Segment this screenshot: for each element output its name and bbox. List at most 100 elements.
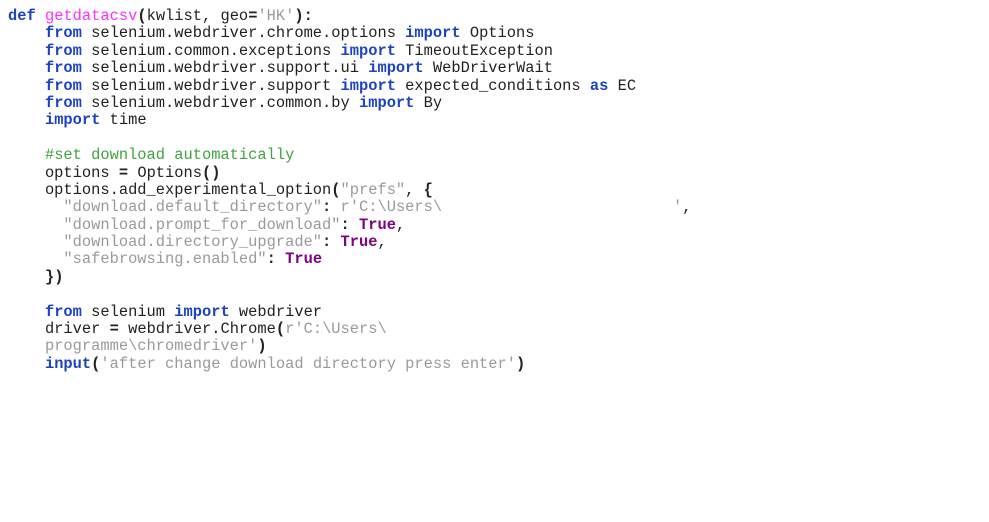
- code-token: selenium.webdriver.common.by: [81, 93, 359, 112]
- code-token: selenium.webdriver.support: [81, 76, 341, 95]
- code-line: import time: [8, 112, 692, 129]
- code-token: :: [340, 215, 350, 234]
- code-line: options = Options(): [8, 163, 692, 182]
- code-token: import: [358, 93, 415, 112]
- code-token: :: [322, 233, 332, 252]
- code-token: :: [322, 198, 332, 217]
- code-token: import: [174, 302, 230, 321]
- code-token: r'C:\Users\: [285, 320, 387, 339]
- code-line: from selenium.webdriver.chrome.options i…: [8, 25, 692, 42]
- code-token: webdriver: [229, 302, 323, 321]
- code-token: import: [405, 24, 461, 43]
- code-token: "download.directory_upgrade": [63, 233, 323, 252]
- code-token: expected_conditions: [395, 76, 590, 95]
- code-line: }): [8, 267, 692, 286]
- code-token: options: [8, 163, 119, 182]
- code-token: ,: [377, 233, 387, 252]
- code-token: TimeoutException: [395, 41, 553, 60]
- code-token: options.add_experimental_option: [8, 180, 332, 199]
- code-line: from selenium.common.exceptions import T…: [8, 41, 692, 60]
- code-token: "download.prompt_for_download": [63, 215, 341, 234]
- code-line: options.add_experimental_option("prefs",…: [8, 180, 692, 199]
- code-token: import: [340, 41, 396, 60]
- code-token: programme\chromedriver': [44, 337, 258, 356]
- code-token: EC: [608, 76, 637, 95]
- code-token: selenium: [81, 302, 175, 321]
- code-token: ):: [294, 7, 313, 25]
- code-token: time: [100, 111, 147, 130]
- code-line: "safebrowsing.enabled": True: [8, 251, 692, 268]
- code-token: r'C:\Users\ ': [340, 198, 683, 217]
- code-token: (: [275, 320, 286, 339]
- code-line: from selenium.webdriver.support import e…: [8, 76, 692, 95]
- code-token: from: [44, 76, 82, 95]
- code-token: "prefs": [340, 180, 406, 199]
- code-token: ): [516, 354, 526, 373]
- code-token: WebDriverWait: [423, 59, 553, 78]
- code-token: input: [44, 354, 92, 373]
- code-token: from: [44, 59, 82, 78]
- code-token: True: [340, 233, 378, 252]
- code-block: def getdatacsv(kwlist, geo='HK'): from s…: [8, 7, 692, 373]
- code-line: def getdatacsv(kwlist, geo='HK'):: [8, 7, 692, 25]
- code-line: driver = webdriver.Chrome(r'C:\Users\: [8, 320, 692, 339]
- code-token: selenium.webdriver.support.ui: [81, 59, 369, 78]
- code-token: }): [44, 267, 64, 286]
- code-token: def: [8, 7, 36, 25]
- code-token: By: [414, 93, 443, 112]
- code-line: input('after change download directory p…: [8, 354, 692, 373]
- code-line: from selenium.webdriver.support.ui impor…: [8, 59, 692, 78]
- code-token: from: [44, 93, 82, 112]
- code-token: from: [44, 41, 82, 60]
- code-token: ,: [395, 215, 406, 234]
- code-token: True: [285, 250, 323, 269]
- code-token: driver: [8, 320, 110, 339]
- code-token: (: [91, 354, 101, 373]
- code-token: from: [44, 24, 82, 43]
- code-token: webdriver.Chrome: [118, 320, 276, 339]
- code-token: ,: [682, 198, 692, 217]
- code-token: from: [44, 302, 82, 321]
- code-token: ,: [405, 180, 424, 199]
- code-token: True: [359, 215, 396, 234]
- code-line: #set download automatically: [8, 146, 692, 165]
- code-token: getdatacsv: [44, 7, 138, 25]
- code-token: :: [266, 250, 276, 269]
- code-token: selenium.common.exceptions: [81, 41, 341, 60]
- code-token: as: [589, 76, 609, 95]
- code-token: 'after change download directory press e…: [100, 354, 517, 373]
- code-token: import: [368, 59, 424, 78]
- code-line: "download.default_directory": r'C:\Users…: [8, 198, 692, 217]
- code-token: import: [340, 76, 396, 95]
- code-token: (: [137, 7, 147, 25]
- code-line: "download.prompt_for_download": True,: [8, 215, 692, 234]
- code-token: ): [257, 337, 267, 356]
- code-token: (): [201, 163, 221, 182]
- code-line: from selenium import webdriver: [8, 302, 692, 321]
- code-token: =: [118, 163, 129, 182]
- code-token: 'HK': [257, 7, 295, 25]
- code-token: "safebrowsing.enabled": [63, 250, 267, 269]
- code-token: #set download automatically: [44, 146, 295, 165]
- code-token: =: [109, 320, 119, 339]
- code-line: "download.directory_upgrade": True,: [8, 233, 692, 252]
- code-token: Options: [460, 24, 535, 43]
- code-token: (: [331, 180, 341, 199]
